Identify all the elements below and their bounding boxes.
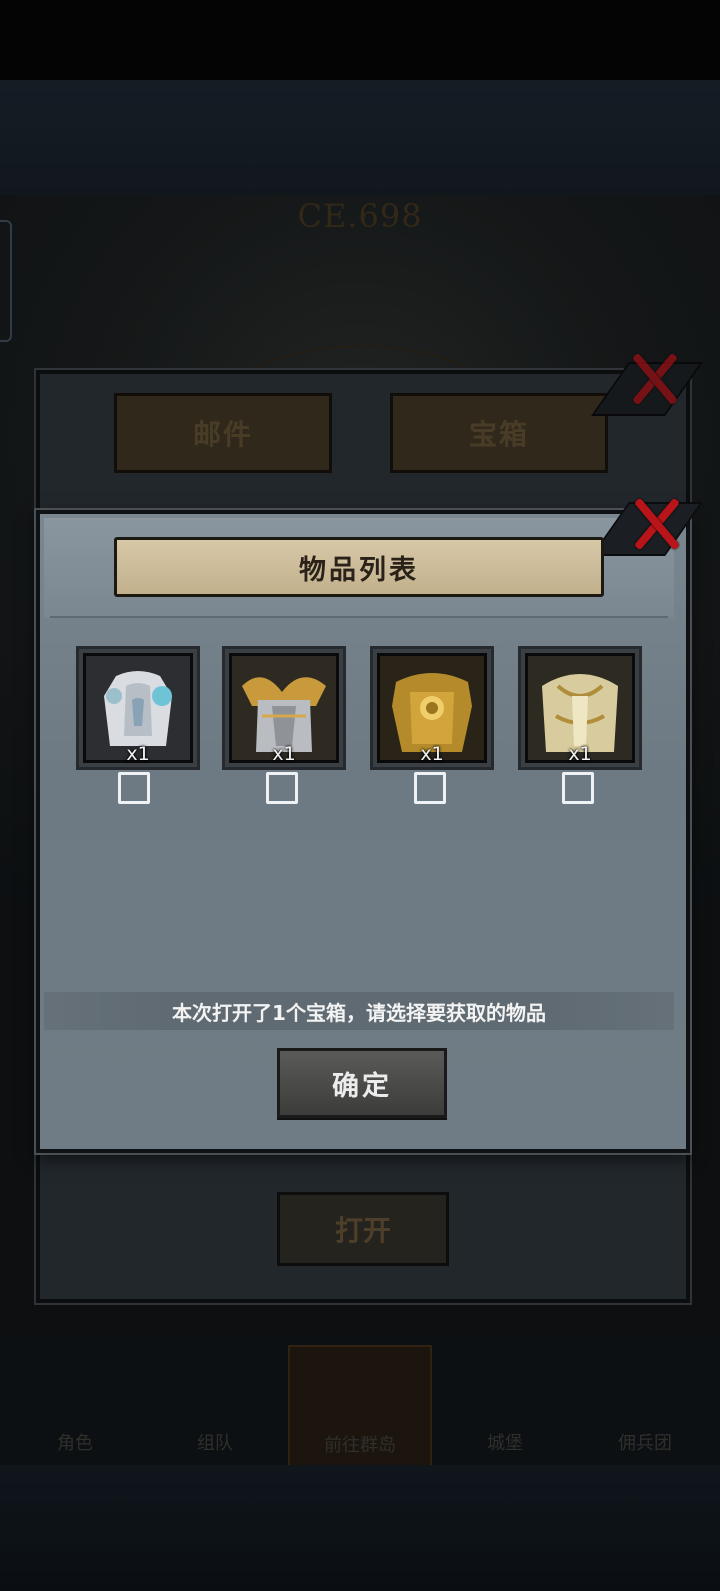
item-quantity: x1 [126, 743, 150, 765]
item-quantity: x1 [272, 743, 296, 765]
item-slot[interactable]: x1 [222, 646, 346, 770]
item-slot[interactable]: x1 [76, 646, 200, 770]
item-quantity: x1 [568, 743, 592, 765]
item-slot[interactable]: x1 [370, 646, 494, 770]
modal-title: 物品列表 [114, 537, 604, 597]
divider [50, 616, 668, 618]
item-slot[interactable]: x1 [518, 646, 642, 770]
item-checkbox[interactable] [562, 772, 594, 804]
item-quantity: x1 [420, 743, 444, 765]
item-checkbox[interactable] [266, 772, 298, 804]
close-icon[interactable] [628, 497, 682, 551]
confirm-button[interactable]: 确定 [277, 1048, 447, 1118]
info-text: 本次打开了1个宝箱，请选择要获取的物品 [44, 992, 674, 1030]
item-checkbox[interactable] [118, 772, 150, 804]
item-checkbox[interactable] [414, 772, 446, 804]
